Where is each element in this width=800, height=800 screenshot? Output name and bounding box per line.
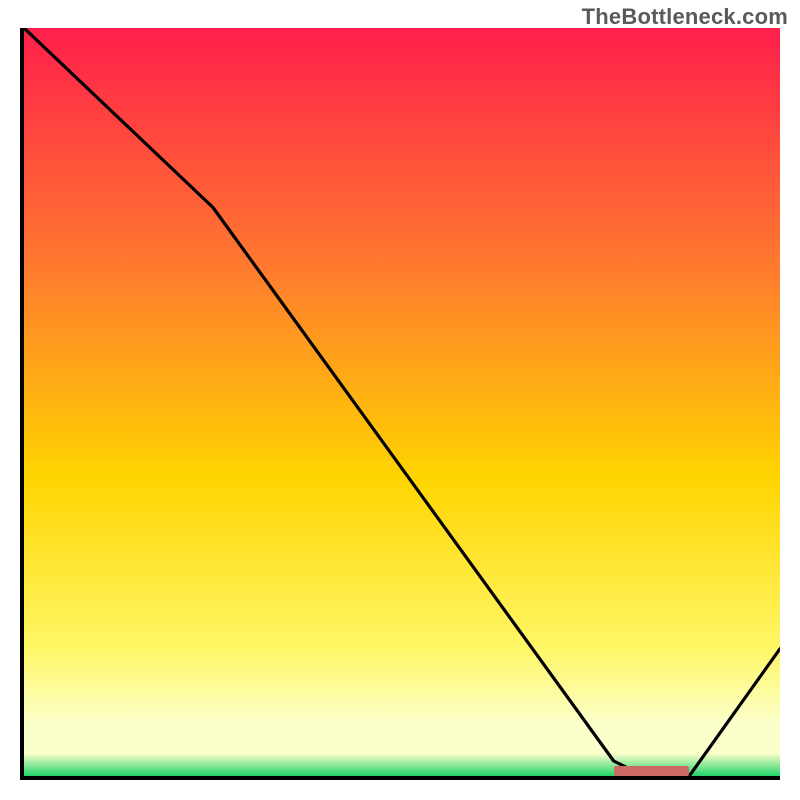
watermark-text: TheBottleneck.com <box>582 4 788 30</box>
axes-frame <box>20 28 780 780</box>
chart-stage: TheBottleneck.com <box>0 0 800 800</box>
optimal-range-bar <box>614 766 690 776</box>
